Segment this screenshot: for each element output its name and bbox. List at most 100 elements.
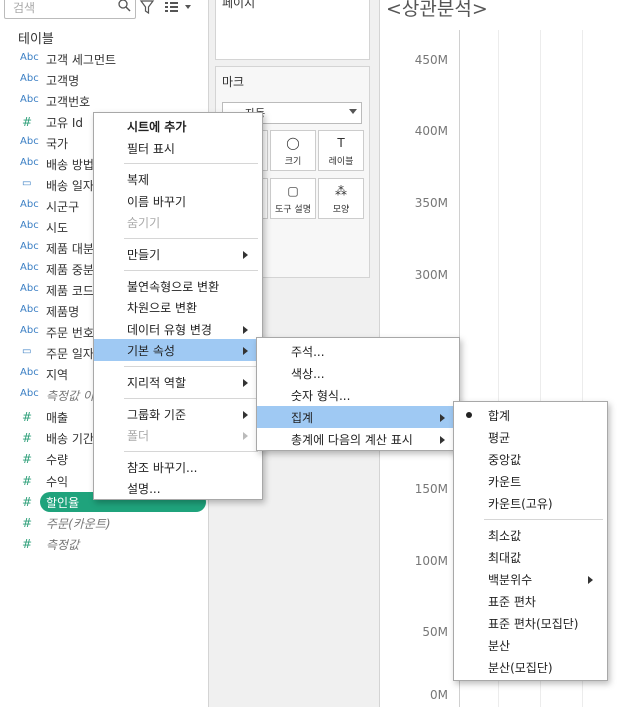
- default-properties-submenu: 주석... 색상... 숫자 형식... 집계총계에 다음의 계산 표시: [256, 337, 460, 451]
- chart-title: <상관분석>: [386, 0, 488, 20]
- number-type-icon: #: [22, 473, 33, 488]
- menu-item-label: 최소값: [488, 529, 522, 543]
- filter-icon[interactable]: [139, 0, 155, 15]
- menu-item[interactable]: 색상...: [257, 362, 459, 384]
- mark-button-4[interactable]: ▢ 도구 설명: [270, 178, 316, 219]
- menu-separator: [124, 238, 258, 239]
- menu-item[interactable]: 참조 바꾸기...: [94, 456, 262, 478]
- y-tick-label: 450M: [414, 53, 448, 67]
- search-placeholder: 검색: [13, 1, 36, 15]
- menu-item[interactable]: 만들기: [94, 243, 262, 265]
- menu-item[interactable]: 최대값: [454, 546, 607, 568]
- field-item[interactable]: Abc 고객번호: [0, 91, 208, 112]
- field-item[interactable]: Abc 고객 세그먼트: [0, 49, 208, 70]
- menu-item[interactable]: 분산(모집단): [454, 656, 607, 678]
- menu-item[interactable]: 복제: [94, 168, 262, 190]
- y-tick-label: 0M: [430, 688, 448, 702]
- menu-item-label: 표준 편차(모집단): [488, 617, 579, 631]
- menu-item[interactable]: 합계: [454, 404, 607, 426]
- menu-item[interactable]: 집계: [257, 406, 459, 428]
- menu-item-label: 숨기기: [127, 216, 161, 231]
- number-type-icon: #: [22, 452, 33, 467]
- y-tick-label: 400M: [414, 124, 448, 138]
- y-tick-label: 100M: [414, 554, 448, 568]
- menu-item[interactable]: 카운트: [454, 470, 607, 492]
- mark-icon: T: [337, 136, 345, 150]
- field-label: 시군구: [46, 200, 80, 214]
- menu-item-label: 평균: [488, 431, 511, 445]
- menu-item[interactable]: 설명...: [94, 477, 262, 499]
- pages-card[interactable]: 페이지: [215, 0, 370, 60]
- menu-separator: [124, 163, 258, 165]
- menu-item[interactable]: 중앙값: [454, 448, 607, 470]
- submenu-arrow-icon: [243, 347, 248, 356]
- field-item[interactable]: Abc 고객명: [0, 70, 208, 91]
- field-label: 지역: [46, 368, 69, 382]
- check-bullet-icon: [466, 412, 472, 418]
- menu-item[interactable]: 표준 편차: [454, 590, 607, 612]
- menu-item-label: 만들기: [127, 248, 161, 262]
- menu-item[interactable]: 주석...: [257, 340, 459, 362]
- y-tick-label: 50M: [422, 625, 448, 639]
- field-label: 고객 세그먼트: [46, 53, 117, 67]
- menu-item[interactable]: 그룹화 기준: [94, 403, 262, 425]
- field-label: 고객번호: [46, 95, 91, 109]
- search-icon: [118, 0, 131, 12]
- string-type-icon: Abc: [20, 262, 39, 273]
- menu-item[interactable]: 총계에 다음의 계산 표시: [257, 428, 459, 450]
- search-input[interactable]: 검색: [4, 0, 136, 19]
- tables-title: 테이블: [18, 32, 54, 47]
- menu-item[interactable]: 숫자 형식...: [257, 384, 459, 406]
- number-type-icon: #: [22, 410, 33, 424]
- menu-separator: [124, 397, 258, 399]
- menu-item[interactable]: 차원으로 변환: [94, 296, 262, 318]
- submenu-arrow-icon: [588, 576, 593, 584]
- mark-button-1[interactable]: ◯ 크기: [270, 130, 316, 171]
- menu-item[interactable]: 평균: [454, 426, 607, 448]
- submenu-arrow-icon: [243, 379, 248, 387]
- menu-item[interactable]: 백분위수: [454, 568, 607, 590]
- mark-icon: ▢: [287, 184, 299, 198]
- menu-item-label: 주석...: [291, 345, 325, 359]
- measure-label: 매출: [46, 411, 69, 425]
- menu-separator: [124, 450, 258, 452]
- menu-separator: [124, 269, 258, 271]
- mark-button-2[interactable]: T 레이블: [318, 130, 364, 171]
- menu-item-label: 집계: [291, 411, 314, 425]
- y-tick-label: 350M: [414, 196, 448, 210]
- menu-item[interactable]: 분산: [454, 634, 607, 656]
- string-type-icon: Abc: [20, 367, 39, 378]
- number-type-icon: #: [22, 431, 33, 446]
- menu-item[interactable]: 이름 바꾸기: [94, 190, 262, 212]
- string-type-icon: Abc: [20, 283, 39, 294]
- measure-label: 할인율: [46, 495, 80, 510]
- menu-item[interactable]: 카운트(고유): [454, 492, 607, 514]
- mark-button-5[interactable]: ⁂ 모양: [318, 178, 364, 219]
- menu-item[interactable]: 최소값: [454, 524, 607, 546]
- menu-item-label: 데이터 유형 변경: [127, 322, 212, 337]
- measure-item[interactable]: # 주문(카운트): [0, 513, 208, 534]
- menu-separator: [484, 519, 603, 520]
- field-label: 배송 일자: [46, 179, 94, 193]
- measure-item[interactable]: # 측정값: [0, 534, 208, 555]
- field-label: 배송 방법: [46, 158, 94, 172]
- menu-item-label: 총계에 다음의 계산 표시: [291, 433, 413, 447]
- menu-item[interactable]: 표준 편차(모집단): [454, 612, 607, 634]
- string-type-icon: Abc: [20, 304, 39, 315]
- menu-item[interactable]: 기본 속성: [94, 339, 262, 361]
- mark-button-label: 도구 설명: [275, 205, 311, 215]
- menu-item[interactable]: 데이터 유형 변경: [94, 318, 262, 340]
- menu-item[interactable]: 필터 표시: [94, 137, 262, 159]
- measure-label: 측정값: [46, 538, 80, 553]
- menu-item[interactable]: 지리적 역할: [94, 371, 262, 393]
- menu-item-label: 설명...: [127, 482, 161, 497]
- view-options-icon[interactable]: [163, 0, 193, 15]
- menu-item[interactable]: 불연속형으로 변환: [94, 275, 262, 297]
- string-type-icon: Abc: [20, 73, 39, 84]
- menu-item-label: 최대값: [488, 551, 522, 565]
- field-label: 국가: [46, 137, 69, 151]
- menu-item-label: 이름 바꾸기: [127, 194, 187, 209]
- menu-item-label: 중앙값: [488, 453, 522, 467]
- string-type-icon: Abc: [20, 52, 39, 63]
- menu-item[interactable]: 시트에 추가: [94, 115, 262, 137]
